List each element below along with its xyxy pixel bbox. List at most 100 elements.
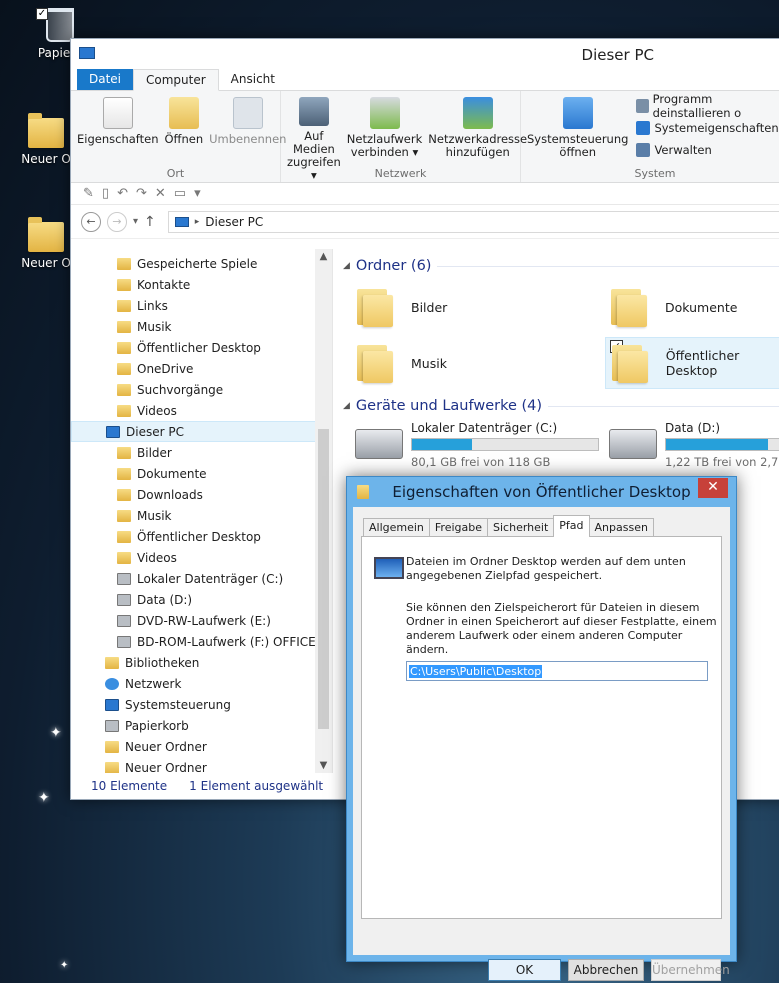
uninstall-program-button[interactable]: Programm deinstallieren o bbox=[636, 92, 779, 120]
new-folder-icon[interactable]: ▯ bbox=[102, 186, 109, 201]
nav-item[interactable]: Lokaler Datenträger (C:) bbox=[71, 568, 332, 589]
nav-item[interactable]: Gespeicherte Spiele bbox=[71, 253, 332, 274]
nav-item-label: Videos bbox=[137, 403, 177, 418]
libraries-icon bbox=[105, 656, 119, 669]
nav-item[interactable]: Neuer Ordner bbox=[71, 757, 332, 773]
nav-item[interactable]: BD-ROM-Laufwerk (F:) OFFICE12 bbox=[71, 631, 332, 652]
cancel-button[interactable]: Abbrechen bbox=[568, 959, 644, 981]
tab-anpassen[interactable]: Anpassen bbox=[588, 518, 654, 537]
nav-item-dieser-pc[interactable]: Dieser PC bbox=[71, 421, 332, 442]
delete-icon[interactable]: ✕ bbox=[155, 186, 166, 201]
nav-item[interactable]: Downloads bbox=[71, 484, 332, 505]
title-bar[interactable]: Dieser PC bbox=[71, 39, 779, 69]
rename-icon[interactable]: ▭ bbox=[174, 186, 186, 201]
nav-item-label: Papierkorb bbox=[125, 718, 189, 733]
nav-item-label: Systemsteuerung bbox=[125, 697, 231, 712]
drive-tile-d[interactable]: Data (D:) 1,22 TB frei von 2,72 TB bbox=[609, 421, 779, 469]
properties-icon bbox=[102, 97, 133, 129]
nav-item[interactable]: Musik bbox=[71, 316, 332, 337]
ok-button[interactable]: OK bbox=[488, 959, 561, 981]
nav-item[interactable]: Neuer Ordner bbox=[71, 736, 332, 757]
properties-icon[interactable]: ✎ bbox=[83, 186, 94, 201]
chevron-right-icon[interactable]: ▸ bbox=[195, 217, 200, 227]
collapse-icon[interactable]: ◢ bbox=[343, 401, 350, 411]
nav-item[interactable]: Bilder bbox=[71, 442, 332, 463]
folder-tile-dokumente[interactable]: Dokumente bbox=[607, 285, 737, 329]
apply-button[interactable]: Übernehmen bbox=[651, 959, 730, 981]
redo-icon[interactable]: ↷ bbox=[136, 186, 147, 201]
nav-item[interactable]: Dokumente bbox=[71, 463, 332, 484]
ribbon-group-ort: Eigenschaften Öffnen Umbenennen Ort bbox=[71, 91, 286, 182]
path-input[interactable]: C:\Users\Public\Desktop bbox=[406, 661, 708, 681]
nav-item-label: Lokaler Datenträger (C:) bbox=[137, 571, 284, 586]
drive-tile-c[interactable]: Lokaler Datenträger (C:) 80,1 GB frei vo… bbox=[355, 421, 599, 469]
nav-item[interactable]: Systemsteuerung bbox=[71, 694, 332, 715]
nav-item[interactable]: Musik bbox=[71, 505, 332, 526]
nav-item-label: Netzwerk bbox=[125, 676, 182, 691]
close-button[interactable]: ✕ bbox=[698, 478, 728, 498]
tab-freigabe[interactable]: Freigabe bbox=[428, 518, 489, 537]
checkbox-icon[interactable]: ✓ bbox=[36, 8, 48, 20]
collapse-icon[interactable]: ◢ bbox=[343, 261, 350, 271]
nav-item-label: Bilder bbox=[137, 445, 172, 460]
folder-icon bbox=[117, 404, 131, 417]
tab-ansicht[interactable]: Ansicht bbox=[219, 69, 287, 90]
recent-locations-icon[interactable]: ▾ bbox=[133, 216, 138, 227]
system-properties-button[interactable]: Systemeigenschaften bbox=[636, 117, 779, 139]
nav-item[interactable]: DVD-RW-Laufwerk (E:) bbox=[71, 610, 332, 631]
scroll-down-icon[interactable]: ▼ bbox=[315, 760, 332, 771]
nav-item[interactable]: Links bbox=[71, 295, 332, 316]
nav-item[interactable]: Bibliotheken bbox=[71, 652, 332, 673]
chevron-down-icon[interactable]: ▾ bbox=[194, 186, 201, 201]
nav-item[interactable]: OneDrive bbox=[71, 358, 332, 379]
tab-pfad[interactable]: Pfad bbox=[553, 515, 590, 537]
folder-tile-musik[interactable]: Musik bbox=[353, 341, 447, 385]
folders-group-header[interactable]: ◢ Ordner (6) bbox=[333, 253, 779, 279]
nav-item[interactable]: Öffentlicher Desktop bbox=[71, 526, 332, 547]
folder-icon bbox=[105, 740, 119, 753]
scroll-up-icon[interactable]: ▲ bbox=[315, 251, 332, 262]
nav-item[interactable]: Suchvorgänge bbox=[71, 379, 332, 400]
folder-tile-oeffentlicher-desktop[interactable]: ✓ Öffentlicher Desktop bbox=[605, 337, 779, 389]
folder-icon bbox=[117, 341, 131, 354]
undo-icon[interactable]: ↶ bbox=[117, 186, 128, 201]
address-bar[interactable]: ▸ Dieser PC bbox=[167, 210, 779, 233]
scrollbar-thumb[interactable] bbox=[318, 429, 329, 729]
nav-item-label: Downloads bbox=[137, 487, 203, 502]
tab-sicherheit[interactable]: Sicherheit bbox=[487, 518, 555, 537]
nav-item[interactable]: Kontakte bbox=[71, 274, 332, 295]
nav-item[interactable]: Videos bbox=[71, 547, 332, 568]
navigation-pane: Gespeicherte Spiele Kontakte Links Musik… bbox=[71, 249, 333, 773]
dialog-tabs: Allgemein Freigabe Sicherheit Pfad Anpas… bbox=[363, 515, 654, 537]
drives-group-header[interactable]: ◢ Geräte und Laufwerke (4) bbox=[333, 393, 779, 419]
dialog-title: Eigenschaften von Öffentlicher Desktop bbox=[392, 483, 691, 501]
nav-item[interactable]: Öffentlicher Desktop bbox=[71, 337, 332, 358]
access-media-label: Auf Medien bbox=[292, 129, 335, 156]
nav-item-label: Suchvorgänge bbox=[137, 382, 224, 397]
back-button[interactable]: ← bbox=[81, 211, 101, 232]
nav-item-label: Gespeicherte Spiele bbox=[137, 256, 258, 271]
control-panel-icon bbox=[105, 698, 119, 711]
tab-computer[interactable]: Computer bbox=[133, 69, 219, 91]
nav-item[interactable]: Videos bbox=[71, 400, 332, 421]
vertical-scrollbar[interactable]: ▲ ▼ bbox=[315, 249, 332, 773]
nav-item-label: Öffentlicher Desktop bbox=[137, 340, 261, 355]
forward-button[interactable]: → bbox=[107, 211, 127, 232]
tab-panel-pfad: Dateien im Ordner Desktop werden auf dem… bbox=[361, 536, 722, 919]
nav-item[interactable]: Data (D:) bbox=[71, 589, 332, 610]
nav-item[interactable]: Netzwerk bbox=[71, 673, 332, 694]
tab-datei[interactable]: Datei bbox=[77, 69, 134, 90]
group-label: Netzwerk bbox=[374, 167, 427, 180]
manage-button[interactable]: Verwalten bbox=[636, 139, 779, 161]
uninstall-label: Programm deinstallieren o bbox=[652, 92, 742, 120]
folder-tile-bilder[interactable]: Bilder bbox=[353, 285, 447, 329]
nav-item-label: BD-ROM-Laufwerk (F:) OFFICE12 bbox=[137, 634, 332, 649]
tab-allgemein[interactable]: Allgemein bbox=[363, 518, 430, 537]
desktop-icon-label: Neuer O bbox=[21, 152, 71, 166]
nav-item[interactable]: Papierkorb bbox=[71, 715, 332, 736]
dialog-title-bar[interactable]: Eigenschaften von Öffentlicher Desktop ✕ bbox=[347, 477, 736, 507]
path-value: C:\Users\Public\Desktop bbox=[409, 665, 543, 678]
dvd-drive-icon bbox=[117, 614, 131, 627]
up-button[interactable]: ↑ bbox=[144, 214, 156, 230]
folder-icon bbox=[117, 530, 131, 543]
